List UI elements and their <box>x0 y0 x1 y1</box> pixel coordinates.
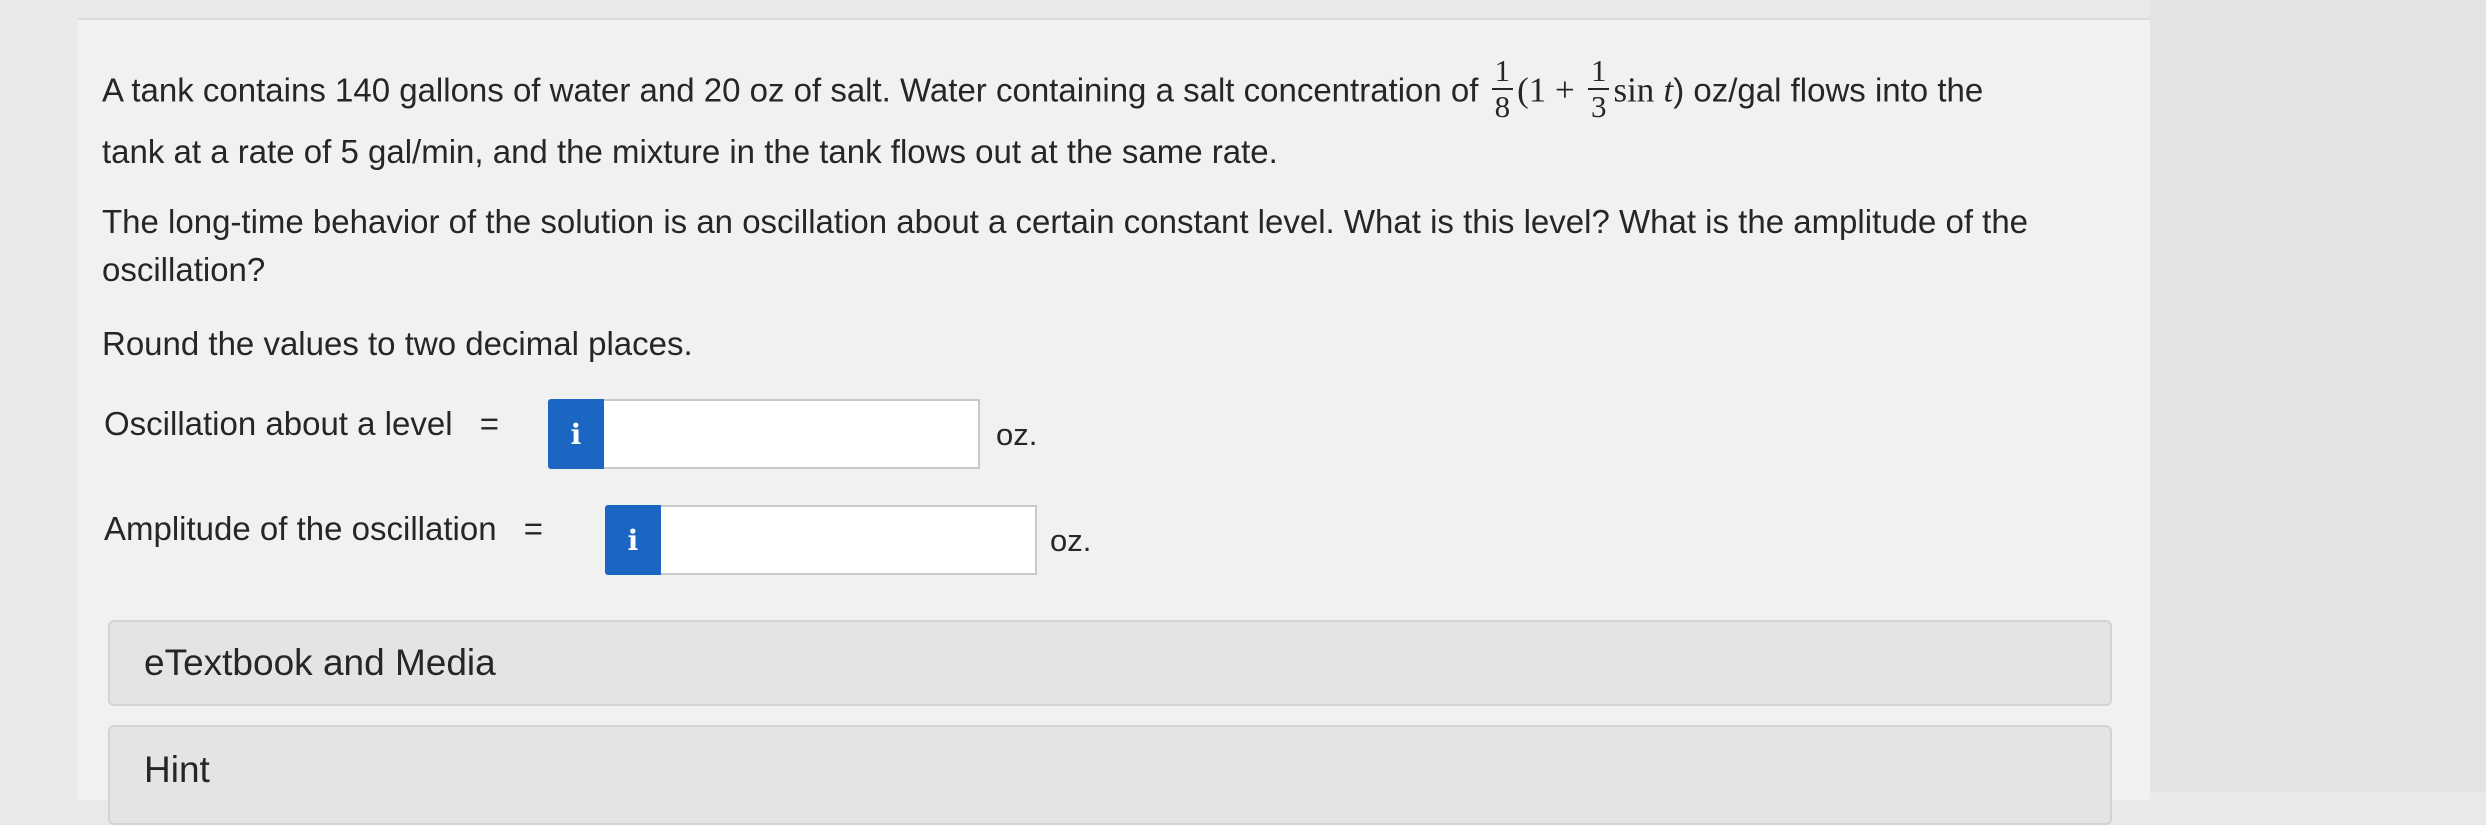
fraction-denominator: 3 <box>1590 89 1607 124</box>
fraction-denominator: 8 <box>1494 89 1511 124</box>
question-line-4: oscillation? <box>102 251 266 288</box>
equals-sign: = <box>523 510 544 547</box>
fraction-one-third: 1 3 <box>1587 54 1610 124</box>
level-label: Oscillation about a level <box>104 405 453 442</box>
question-line-3: The long-time behavior of the solution i… <box>102 203 2029 240</box>
math-sin: sin <box>1613 70 1655 110</box>
right-gutter <box>2150 0 2486 792</box>
question-text-part-2: ) oz/gal flows into the <box>1673 71 1984 109</box>
amplitude-answer-row: Amplitude of the oscillation = <box>104 510 543 548</box>
hint-label: Hint <box>144 749 210 790</box>
level-unit: oz. <box>996 417 1038 452</box>
math-variable-t: t <box>1663 70 1674 110</box>
question-text-part-1: A tank contains 140 gallons of water and… <box>102 71 1479 109</box>
fraction-numerator: 1 <box>1491 54 1514 90</box>
etextbook-media-label: eTextbook and Media <box>144 642 496 683</box>
equals-sign: = <box>479 405 499 442</box>
question-line-1: A tank contains 140 gallons of water and… <box>102 54 1984 128</box>
question-line-2: tank at a rate of 5 gal/min, and the mix… <box>102 133 1278 170</box>
amplitude-info-button[interactable]: i <box>605 505 661 575</box>
amplitude-unit: oz. <box>1050 523 1092 558</box>
amplitude-label: Amplitude of the oscillation <box>104 510 497 547</box>
math-paren-open: (1 + <box>1517 70 1575 110</box>
fraction-one-eighth: 1 8 <box>1491 54 1514 124</box>
level-answer-row: Oscillation about a level = <box>104 405 499 443</box>
info-icon: i <box>570 417 582 451</box>
fraction-numerator: 1 <box>1587 54 1610 90</box>
level-answer-input[interactable] <box>604 399 980 469</box>
level-info-button[interactable]: i <box>548 399 604 469</box>
etextbook-media-section[interactable]: eTextbook and Media <box>108 620 2112 706</box>
hint-section[interactable]: Hint <box>108 725 2112 825</box>
rounding-instruction: Round the values to two decimal places. <box>102 325 693 362</box>
info-icon: i <box>627 523 639 557</box>
amplitude-answer-input[interactable] <box>661 505 1037 575</box>
